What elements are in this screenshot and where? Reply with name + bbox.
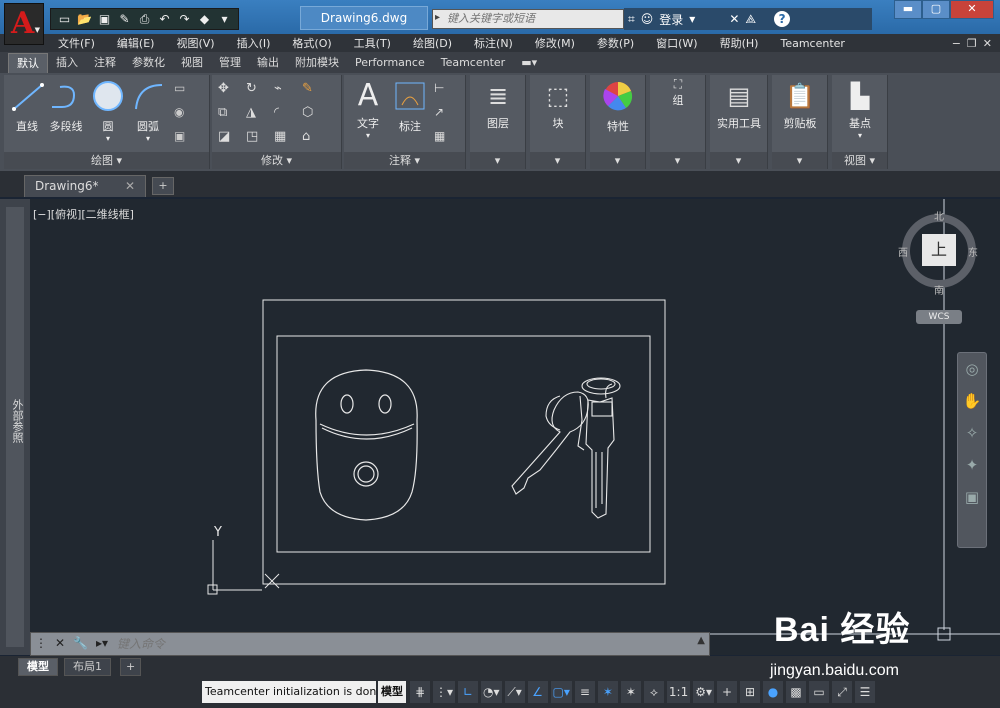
- watermark-url: jingyan.baidu.com: [770, 662, 899, 679]
- round-robot-drawing: [315, 369, 418, 521]
- add-icon[interactable]: +: [717, 681, 737, 703]
- wcs-menu[interactable]: WCS: [916, 310, 962, 324]
- grid-icon[interactable]: ⋕: [410, 681, 430, 703]
- graphics-performance-icon[interactable]: ▩: [786, 681, 806, 703]
- status-message: Teamcenter initialization is done: [202, 681, 376, 703]
- pan-icon[interactable]: ✋: [958, 385, 986, 417]
- showmotion-icon[interactable]: ▣: [958, 481, 986, 513]
- compass-south[interactable]: 南: [934, 282, 944, 297]
- ucs-y-label: Y: [213, 525, 222, 540]
- application-menu-button[interactable]: A ▼: [4, 3, 44, 45]
- compass-east[interactable]: 东: [968, 244, 978, 259]
- compass-west[interactable]: 西: [898, 244, 908, 259]
- fullscreen-icon[interactable]: ⤢: [832, 681, 852, 703]
- navigation-bar: ◎ ✋ ✧ ✦ ▣: [957, 352, 987, 548]
- command-history-icon[interactable]: ▲: [697, 635, 705, 646]
- command-line: ⋮ ✕ 🔧 ▸▾ ▲: [30, 632, 710, 656]
- baidu-watermark: Bai 经验 jingyan.baidu.com: [752, 598, 992, 684]
- steering-wheel-icon[interactable]: ◎: [958, 353, 986, 385]
- annotation-scale-value[interactable]: 1:1: [666, 681, 691, 703]
- customize-menu-icon[interactable]: ☰: [855, 681, 875, 703]
- annotation-scale-icon[interactable]: ⟡: [643, 681, 664, 703]
- close-command-line-icon[interactable]: ✕: [55, 636, 65, 650]
- grip-icon[interactable]: ⋮: [35, 636, 47, 650]
- ortho-icon[interactable]: ∟: [458, 681, 479, 703]
- units-icon[interactable]: ⊞: [740, 681, 760, 703]
- viewcube[interactable]: 上 北 南 东 西: [898, 208, 980, 308]
- lineweight-icon[interactable]: ≡: [574, 681, 595, 703]
- inner-frame: [276, 335, 651, 553]
- customize-wrench-icon[interactable]: 🔧: [73, 636, 88, 650]
- isolate-objects-icon[interactable]: ▭: [809, 681, 829, 703]
- settings-gear-icon[interactable]: ⚙▾: [693, 681, 714, 703]
- model-tab[interactable]: 模型: [18, 658, 58, 676]
- polar-icon[interactable]: ◔▾: [481, 681, 502, 703]
- compass-north[interactable]: 北: [934, 208, 944, 223]
- status-toggles: ⋕ ⋮▾ ∟ ◔▾ ⟋▾ ∠ ▢▾ ≡ ✶ ✶ ⟡ 1:1 ⚙▾ + ⊞ ● ▩…: [410, 681, 875, 703]
- zoom-icon[interactable]: ✧: [958, 417, 986, 449]
- outer-frame: [262, 299, 666, 585]
- auto-scale-icon[interactable]: ✶: [620, 681, 641, 703]
- snap-icon[interactable]: ⋮▾: [433, 681, 456, 703]
- model-space-button[interactable]: 模型: [378, 681, 406, 703]
- ucs-icon: [207, 540, 280, 595]
- quick-properties-icon[interactable]: ●: [763, 681, 783, 703]
- layout1-tab[interactable]: 布局1: [64, 658, 111, 676]
- add-layout-button[interactable]: +: [120, 658, 142, 676]
- recent-commands-icon[interactable]: ▸▾: [96, 636, 108, 650]
- orbit-icon[interactable]: ✦: [958, 449, 986, 481]
- isodraft-icon[interactable]: ⟋▾: [504, 681, 525, 703]
- viewcube-top-face[interactable]: 上: [922, 234, 956, 266]
- autocad-logo-icon: A: [11, 6, 35, 41]
- command-line-buttons: ⋮ ✕ 🔧 ▸▾: [35, 636, 108, 650]
- object-snap-tracking-icon[interactable]: ∠: [527, 681, 548, 703]
- object-snap-icon[interactable]: ▢▾: [550, 681, 572, 703]
- keys-drawing: [511, 377, 621, 519]
- watermark-logo-text: Bai 经验: [774, 611, 911, 649]
- command-input[interactable]: [117, 635, 697, 653]
- chevron-down-icon: ▼: [34, 26, 40, 34]
- annotation-visibility-icon[interactable]: ✶: [597, 681, 618, 703]
